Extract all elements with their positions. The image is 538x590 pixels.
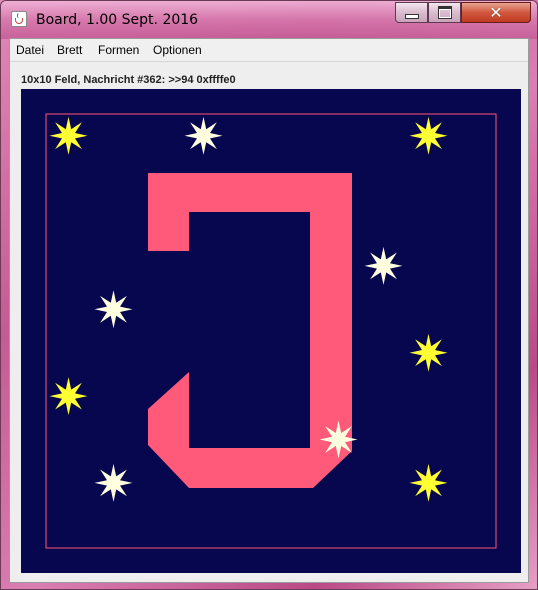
white-star-icon — [94, 290, 133, 329]
status-message: 10x10 Feld, Nachricht #362: >>94 0xffffe… — [21, 74, 236, 86]
yellow-star-icon — [409, 116, 448, 155]
minimize-icon — [404, 14, 419, 19]
yellow-star-icon — [409, 463, 448, 502]
maximize-button[interactable] — [428, 2, 461, 23]
client-area: Datei Brett Formen Optionen 10x10 Feld, … — [9, 38, 529, 583]
maximize-icon — [437, 6, 452, 19]
white-star-icon — [319, 420, 358, 459]
yellow-star-icon — [49, 116, 88, 155]
game-board[interactable] — [21, 89, 521, 573]
menu-optionen[interactable]: Optionen — [153, 43, 202, 57]
yellow-star-icon — [49, 377, 88, 416]
menu-brett[interactable]: Brett — [57, 43, 82, 57]
white-star-icon — [184, 116, 223, 155]
menu-formen[interactable]: Formen — [98, 43, 139, 57]
minimize-button[interactable] — [395, 2, 428, 23]
yellow-star-icon — [409, 333, 448, 372]
title-bar[interactable]: Board, 1.00 Sept. 2016 ✕ — [1, 1, 537, 39]
j-shape — [148, 173, 352, 488]
java-app-icon[interactable] — [11, 11, 27, 27]
app-window: Board, 1.00 Sept. 2016 ✕ Datei Brett For… — [0, 0, 538, 590]
white-star-icon — [364, 246, 403, 285]
menu-bar: Datei Brett Formen Optionen — [10, 39, 528, 62]
close-button[interactable]: ✕ — [461, 2, 531, 23]
white-star-icon — [94, 463, 133, 502]
close-icon: ✕ — [489, 2, 503, 22]
menu-datei[interactable]: Datei — [16, 43, 44, 57]
window-title: Board, 1.00 Sept. 2016 — [36, 12, 199, 28]
java-cup-glyph — [15, 18, 23, 24]
board-canvas[interactable] — [21, 89, 521, 573]
